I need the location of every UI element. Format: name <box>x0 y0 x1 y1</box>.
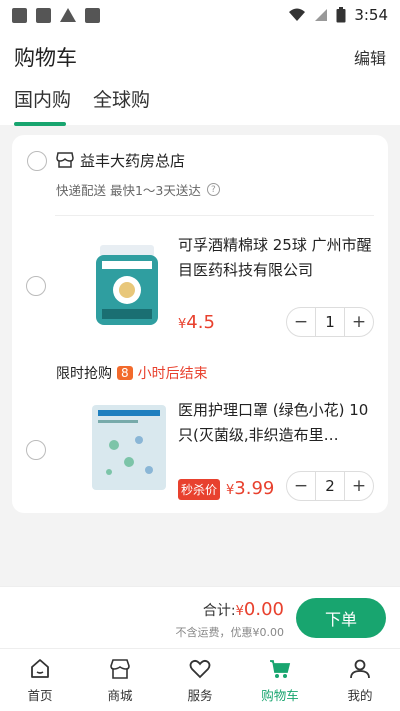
quantity-value[interactable]: 2 <box>315 472 345 500</box>
flash-sale-label: 限时抢购 <box>56 366 112 382</box>
nav-home[interactable]: 首页 <box>0 649 80 711</box>
nav-mine[interactable]: 我的 <box>320 649 400 711</box>
nav-service[interactable]: 服务 <box>160 649 240 711</box>
quantity-stepper: − 1 + <box>286 307 374 337</box>
store-icon <box>110 658 130 679</box>
decrease-button[interactable]: − <box>287 472 315 500</box>
product-image-masks[interactable] <box>84 400 174 495</box>
checkout-bar: 合计:¥0.00 不含运费，优惠¥0.00 下单 <box>0 586 400 648</box>
delivery-info: 快递配送 最快1～3天送达 ? <box>56 180 220 199</box>
item-name[interactable]: 可孚酒精棉球 25球 广州市醒目医药科技有限公司 <box>178 233 374 283</box>
warning-icon <box>60 8 76 22</box>
total-line: 合计:¥0.00 <box>203 599 284 620</box>
app-notification-icon <box>12 7 27 23</box>
tab-domestic[interactable]: 国内购 <box>14 85 71 126</box>
total-amount: ¥0.00 <box>235 599 284 620</box>
app-notification-icon <box>85 7 100 23</box>
shipping-note: 不含运费，优惠¥0.00 <box>175 626 285 639</box>
nav-mall[interactable]: 商城 <box>80 649 160 711</box>
quantity-stepper: − 2 + <box>286 471 374 501</box>
store-name: 益丰大药房总店 <box>80 152 186 170</box>
tab-bar: 国内购 全球购 <box>14 85 150 126</box>
signal-icon <box>315 9 328 21</box>
increase-button[interactable]: + <box>345 472 373 500</box>
delivery-text: 快递配送 最快1～3天送达 <box>56 183 201 198</box>
total-label: 合计: <box>202 603 236 619</box>
home-icon <box>31 658 49 678</box>
item-price: ¥4.5 <box>178 312 215 333</box>
place-order-button[interactable]: 下单 <box>296 598 386 638</box>
decrease-button[interactable]: − <box>287 308 315 336</box>
item-name[interactable]: 医用护理口罩 (绿色小花) 10只(灭菌级,非织造布里… <box>178 398 374 448</box>
store-select-radio[interactable] <box>27 151 47 171</box>
image-notification-icon <box>36 7 51 23</box>
cart-icon <box>270 659 291 678</box>
quantity-value[interactable]: 1 <box>315 308 345 336</box>
user-icon <box>350 659 370 678</box>
heart-icon <box>189 659 211 678</box>
page-title: 购物车 <box>14 46 77 70</box>
flash-sale-banner: 限时抢购 8 小时后结束 <box>56 363 208 383</box>
edit-button[interactable]: 编辑 <box>354 45 386 69</box>
help-icon[interactable]: ? <box>206 183 220 196</box>
item-price: ¥3.99 <box>226 478 275 499</box>
flash-sale-suffix: 小时后结束 <box>137 366 208 382</box>
item-select-radio[interactable] <box>26 440 46 460</box>
tab-global[interactable]: 全球购 <box>93 85 150 126</box>
nav-cart[interactable]: 购物车 <box>240 649 320 711</box>
product-image-cotton-balls[interactable] <box>84 235 174 330</box>
battery-icon <box>336 7 346 23</box>
increase-button[interactable]: + <box>345 308 373 336</box>
store-icon <box>56 152 74 168</box>
clock: 3:54 <box>354 6 388 24</box>
seckill-badge: 秒杀价 <box>178 479 221 500</box>
wifi-icon <box>289 8 306 21</box>
bottom-nav: 首页 商城 服务 购物车 我的 <box>0 648 400 711</box>
divider <box>55 215 374 216</box>
header: 购物车 编辑 国内购 全球购 <box>0 30 400 126</box>
item-select-radio[interactable] <box>26 276 46 296</box>
store-cart-card: 益丰大药房总店 快递配送 最快1～3天送达 ? 可孚酒精棉球 25球 广州市醒目… <box>12 135 388 513</box>
flash-sale-hours: 8 <box>117 366 133 380</box>
status-bar: 3:54 <box>0 0 400 30</box>
